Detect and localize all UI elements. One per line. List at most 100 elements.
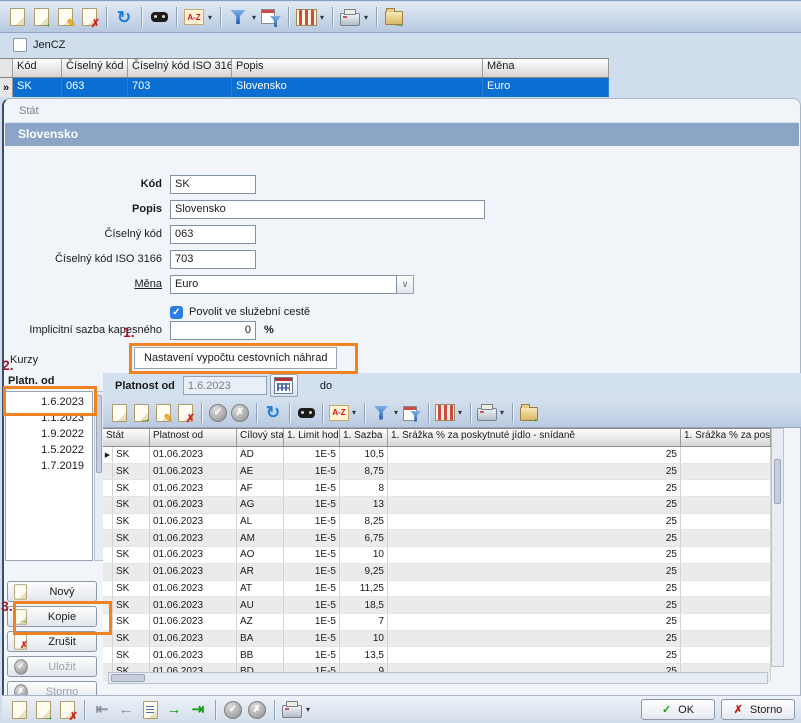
refresh-icon[interactable]: ↻: [113, 6, 135, 28]
column-header-popis[interactable]: Popis: [232, 59, 483, 77]
x-gray-icon[interactable]: ✗: [246, 699, 268, 721]
print-icon[interactable]: [477, 403, 497, 423]
storno-button[interactable]: ✗ Storno: [721, 699, 795, 720]
povolit-checkbox[interactable]: ✓: [170, 306, 183, 319]
column-header-kod[interactable]: Kód: [13, 59, 62, 77]
validity-item[interactable]: 1.9.2022: [6, 426, 92, 442]
rates-row[interactable]: ▶SK01.06.2023AD1E-510,525: [103, 447, 771, 464]
sort-az-icon[interactable]: A-Z: [329, 403, 349, 423]
annotation-step-2: 2.: [2, 357, 14, 373]
doc-new-icon[interactable]: [6, 6, 28, 28]
tab-kurzy[interactable]: Kurzy: [10, 351, 38, 369]
ok-button[interactable]: ✓ OK: [641, 699, 715, 720]
print-icon[interactable]: [339, 6, 361, 28]
rates-cell: SK: [113, 464, 150, 480]
jencz-checkbox[interactable]: [13, 38, 27, 52]
rates-vertical-scrollbar[interactable]: [771, 428, 784, 667]
rates-row[interactable]: SK01.06.2023AR1E-59,2525: [103, 564, 771, 581]
rates-row[interactable]: SK01.06.2023AU1E-518,525: [103, 597, 771, 614]
rates-row[interactable]: SK01.06.2023AF1E-5825: [103, 480, 771, 497]
dropdown-caret-icon[interactable]: ▾: [320, 13, 324, 22]
export-icon[interactable]: →: [519, 403, 539, 423]
rates-row[interactable]: SK01.06.2023AZ1E-5725: [103, 614, 771, 631]
rates-column-header[interactable]: Platnost od: [150, 429, 237, 446]
ciselny-kod-input[interactable]: 063: [170, 225, 256, 244]
platnost-od-input[interactable]: 1.6.2023: [183, 376, 267, 395]
refresh-icon[interactable]: ↻: [263, 403, 283, 423]
iso-input[interactable]: 703: [170, 250, 256, 269]
combo-dropdown-button[interactable]: ∨: [397, 275, 414, 294]
column-header-iso[interactable]: Číselný kód ISO 3166: [128, 59, 232, 77]
columns-icon[interactable]: [435, 403, 455, 423]
ulozit-button[interactable]: ✓ Uložit: [7, 656, 97, 677]
find-icon[interactable]: [148, 6, 170, 28]
nav-prev-icon[interactable]: ←: [115, 699, 137, 721]
doc-delete-icon[interactable]: ✗: [56, 699, 78, 721]
dropdown-caret-icon[interactable]: ▾: [458, 408, 462, 417]
rates-row[interactable]: SK01.06.2023AG1E-51325: [103, 497, 771, 514]
scrollbar-thumb[interactable]: [774, 459, 781, 504]
rates-row[interactable]: SK01.06.2023AE1E-58,7525: [103, 464, 771, 481]
dropdown-caret-icon[interactable]: ▾: [500, 408, 504, 417]
dropdown-caret-icon[interactable]: ▾: [364, 13, 368, 22]
rates-column-header[interactable]: Stát: [103, 429, 150, 446]
nav-last-icon[interactable]: ⇥: [187, 699, 209, 721]
doc-copy-icon[interactable]: →: [30, 6, 52, 28]
calendar-button[interactable]: [270, 374, 298, 397]
rates-column-header[interactable]: 1. Srážka % za pos: [681, 429, 771, 446]
doc-delete-icon[interactable]: ✗: [78, 6, 100, 28]
dropdown-caret-icon[interactable]: ▾: [208, 13, 212, 22]
rates-row[interactable]: SK01.06.2023BA1E-51025: [103, 631, 771, 648]
rates-row[interactable]: SK01.06.2023BB1E-513,525: [103, 647, 771, 664]
columns-icon[interactable]: [295, 6, 317, 28]
rec-list-icon[interactable]: [139, 699, 161, 721]
filter-icon[interactable]: [227, 6, 249, 28]
rates-row[interactable]: SK01.06.2023AM1E-56,7525: [103, 530, 771, 547]
rates-row[interactable]: SK01.06.2023AL1E-58,2525: [103, 514, 771, 531]
check-gray-icon[interactable]: ✓: [222, 699, 244, 721]
doc-copy-icon[interactable]: →: [131, 403, 151, 423]
tab-stat[interactable]: Stát: [6, 101, 798, 123]
rates-column-header[interactable]: Cílový stat: [237, 429, 284, 446]
nav-first-icon[interactable]: ⇤: [91, 699, 113, 721]
export-icon[interactable]: →: [383, 6, 405, 28]
mena-combobox[interactable]: Euro ∨: [170, 275, 414, 294]
check-gray-icon[interactable]: ✓: [208, 403, 228, 423]
rates-horizontal-scrollbar[interactable]: [108, 672, 768, 684]
dropdown-caret-icon[interactable]: ▾: [394, 408, 398, 417]
x-gray-icon[interactable]: ✗: [230, 403, 250, 423]
dropdown-caret-icon[interactable]: ▾: [306, 705, 310, 714]
popis-input[interactable]: Slovensko: [170, 200, 485, 219]
filter-adv-icon[interactable]: [260, 6, 282, 28]
dropdown-caret-icon[interactable]: ▾: [252, 13, 256, 22]
doc-edit-icon[interactable]: ✎: [153, 403, 173, 423]
doc-edit-icon[interactable]: ✎: [54, 6, 76, 28]
rates-column-header[interactable]: 1. Sazba: [340, 429, 388, 446]
filter-adv-icon[interactable]: [402, 403, 422, 423]
doc-delete-icon[interactable]: ✗: [175, 403, 195, 423]
column-header-ciselny-kod[interactable]: Číselný kód: [62, 59, 128, 77]
rates-row[interactable]: SK01.06.2023AO1E-51025: [103, 547, 771, 564]
column-header-mena[interactable]: Měna: [483, 59, 609, 77]
doc-new-icon[interactable]: [109, 403, 129, 423]
rates-column-header[interactable]: 1. Srážka % za poskytnuté jídlo - snídan…: [388, 429, 681, 446]
filter-icon[interactable]: [371, 403, 391, 423]
sort-az-icon[interactable]: A-Z: [183, 6, 205, 28]
rates-cell: AF: [237, 480, 284, 496]
kod-input[interactable]: SK: [170, 175, 256, 194]
doc-new-icon[interactable]: [8, 699, 30, 721]
ulozit-button-label: Uložit: [33, 661, 91, 673]
novy-button[interactable]: Nový: [7, 581, 97, 602]
rates-row[interactable]: SK01.06.2023AT1E-511,2525: [103, 581, 771, 598]
doc-copy-icon[interactable]: →: [32, 699, 54, 721]
dropdown-caret-icon[interactable]: ▾: [352, 408, 356, 417]
countries-selected-row[interactable]: » SK 063 703 Slovensko Euro: [0, 78, 609, 97]
validity-item[interactable]: 1.5.2022: [6, 442, 92, 458]
find-icon[interactable]: [296, 403, 316, 423]
sazba-input[interactable]: 0: [170, 321, 256, 340]
validity-item[interactable]: 1.7.2019: [6, 458, 92, 474]
scrollbar-thumb[interactable]: [111, 674, 145, 682]
print-icon[interactable]: [281, 699, 303, 721]
rates-column-header[interactable]: 1. Limit hodin: [284, 429, 340, 446]
nav-next-icon[interactable]: →: [163, 699, 185, 721]
